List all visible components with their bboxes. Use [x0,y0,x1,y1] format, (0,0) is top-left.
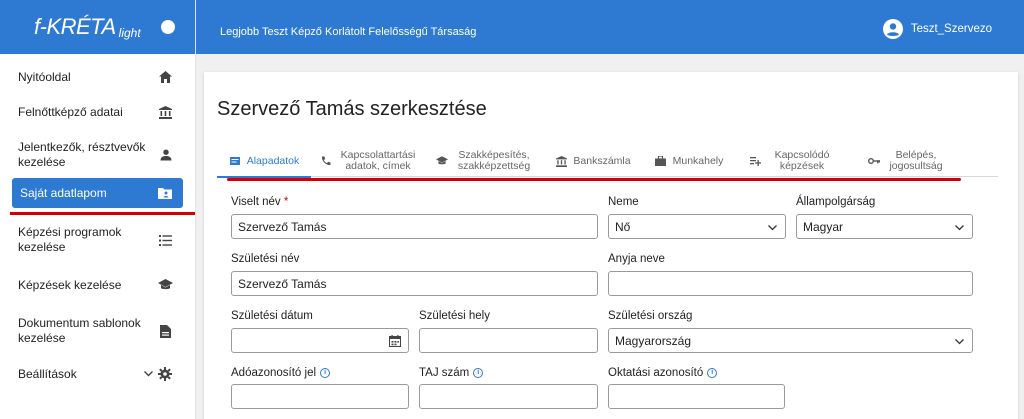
sidebar-item-kepzesek-kezelese[interactable]: Képzések kezelése [0,266,195,304]
szuletesi-datum-input[interactable] [231,328,409,353]
top-bar: Legjobb Teszt Képző Korlátolt Felelősség… [196,0,1024,54]
sidebar-item-label: Felnőttképző adatai [18,104,123,119]
sidebar-item-label: Képzési programok kezelése [18,225,122,254]
szuletesi-nev-label: Születési név [231,253,300,265]
chevron-down-icon [955,339,964,345]
phone-icon [320,155,332,167]
gear-icon [157,366,173,382]
tab-kapcsolattartasi-adatok[interactable]: Kapcsolattartási adatok, címek [311,145,427,177]
viselt-nev-input[interactable]: Szervező Tamás [231,214,598,239]
chevron-down-icon [768,225,777,231]
adoazonosito-input[interactable] [231,384,409,409]
required-marker: * [283,196,289,208]
sidebar-nav: Nyitóoldal Felnőttképző adatai Jelentkez… [0,54,195,394]
bank-icon [157,104,173,120]
szuletesi-datum-label: Születési dátum [231,310,313,322]
anyja-neve-label: Anyja neve [608,253,665,265]
oktatasi-azonosito-input[interactable] [608,384,785,409]
tab-szakkepesites[interactable]: Szakképesítés, szakképzettség [427,145,543,177]
taj-input[interactable] [419,384,598,409]
account-box-icon [157,185,173,201]
sidebar-toggle-dot[interactable] [161,20,175,34]
tab-alapadatok[interactable]: Alapadatok [217,145,311,178]
sidebar-item-dokumentum-sablonok[interactable]: Dokumentum sablonok kezelése [0,308,195,354]
anyja-neve-input[interactable] [608,271,973,296]
tab-label: Alapadatok [246,154,300,167]
organization-name: Legjobb Teszt Képző Korlátolt Felelősség… [220,26,477,38]
briefcase-icon [655,155,667,167]
tab-bankszamla[interactable]: Bankszámla [543,145,643,177]
app-logo[interactable]: f-KRÉTA [34,14,116,40]
sidebar-item-felnottkepzo-adatai[interactable]: Felnőttképző adatai [0,92,195,132]
sidebar-item-beallitasok[interactable]: Beállítások [0,354,195,394]
user-name: Teszt_Szervezo [910,23,992,35]
tab-belepes-jogosultsag[interactable]: Belépés, jogosultság [851,145,963,177]
sidebar-item-nyitooldal[interactable]: Nyitóoldal [0,62,195,92]
home-icon [157,69,173,85]
viselt-nev-label: Viselt név * [231,196,289,208]
szuletesi-nev-input[interactable]: Szervező Tamás [231,271,598,296]
person-icon [158,147,173,163]
chevron-down-icon[interactable] [143,366,153,382]
sidebar-item-label: Képzések kezelése [18,277,122,292]
info-icon[interactable]: i [473,367,484,378]
info-icon[interactable]: i [707,367,718,378]
account-circle-icon [882,19,903,39]
sidebar-item-jelentkezok[interactable]: Jelentkezők, résztvevők kezelése [0,132,195,178]
graduation-cap-icon [436,155,448,167]
tab-label: Bankszámla [573,154,631,167]
list-icon [158,232,173,248]
graduation-cap-icon [157,277,173,293]
info-icon[interactable]: i [320,367,331,378]
card-icon [229,155,241,167]
sidebar-item-label: Jelentkezők, résztvevők kezelése [18,140,146,169]
tab-bar: Alapadatok Kapcsolattartási adatok, címe… [217,145,998,178]
oktatasi-azonosito-label: Oktatási azonosító i [608,367,718,379]
tab-label: Szakképesítés, szakképzettség [457,149,531,172]
taj-label: TAJ szám i [419,367,484,379]
user-menu[interactable]: Teszt_Szervezo [882,19,992,39]
bank-icon [555,155,567,167]
sidebar-item-label: Dokumentum sablonok kezelése [18,316,141,345]
szuletesi-orszag-select[interactable]: Magyarország [608,328,973,353]
brand-header: f-KRÉTA light [0,0,195,54]
annotation-underline-sidebar [10,212,195,215]
szuletesi-orszag-label: Születési ország [608,310,693,322]
calendar-icon[interactable] [389,335,401,347]
neme-label: Neme [608,196,639,208]
szuletesi-hely-input[interactable] [419,328,598,353]
szuletesi-hely-label: Születési hely [419,310,490,322]
tab-label: Munkahely [672,154,724,167]
tab-munkahely[interactable]: Munkahely [643,145,735,177]
allampolgarsag-select[interactable]: Magyar [796,214,973,239]
sidebar: f-KRÉTA light Nyitóoldal Felnőttképző ad… [0,0,196,419]
tab-label: Belépés, jogosultság [889,149,943,172]
tab-label: Kapcsolattartási adatok, címek [340,149,416,172]
main-card: Szervező Tamás szerkesztése Alapadatok K… [204,72,1018,419]
sidebar-item-sajat-adatlapom[interactable]: Saját adatlapom [12,178,183,208]
sidebar-item-label: Saját adatlapom [20,185,107,200]
chevron-down-icon [955,225,964,231]
sidebar-item-label: Nyitóoldal [18,69,71,84]
document-icon [158,323,173,339]
annotation-underline-tabs [227,178,961,181]
tab-label: Kapcsolódó képzések [774,149,830,172]
neme-select[interactable]: Nő [608,214,786,239]
app-logo-sub: light [118,26,141,40]
tab-kapcsolodo-kepzesek[interactable]: Kapcsolódó képzések [735,145,851,177]
playlist-add-icon [749,155,761,167]
allampolgarsag-label: Állampolgárság [796,196,876,208]
sidebar-item-label: Beállítások [18,366,77,381]
adoazonosito-label: Adóazonosító jel i [231,367,331,379]
sidebar-item-kepzesi-programok[interactable]: Képzési programok kezelése [0,214,195,266]
key-icon [868,155,880,167]
page-title: Szervező Tamás szerkesztése [217,98,487,120]
